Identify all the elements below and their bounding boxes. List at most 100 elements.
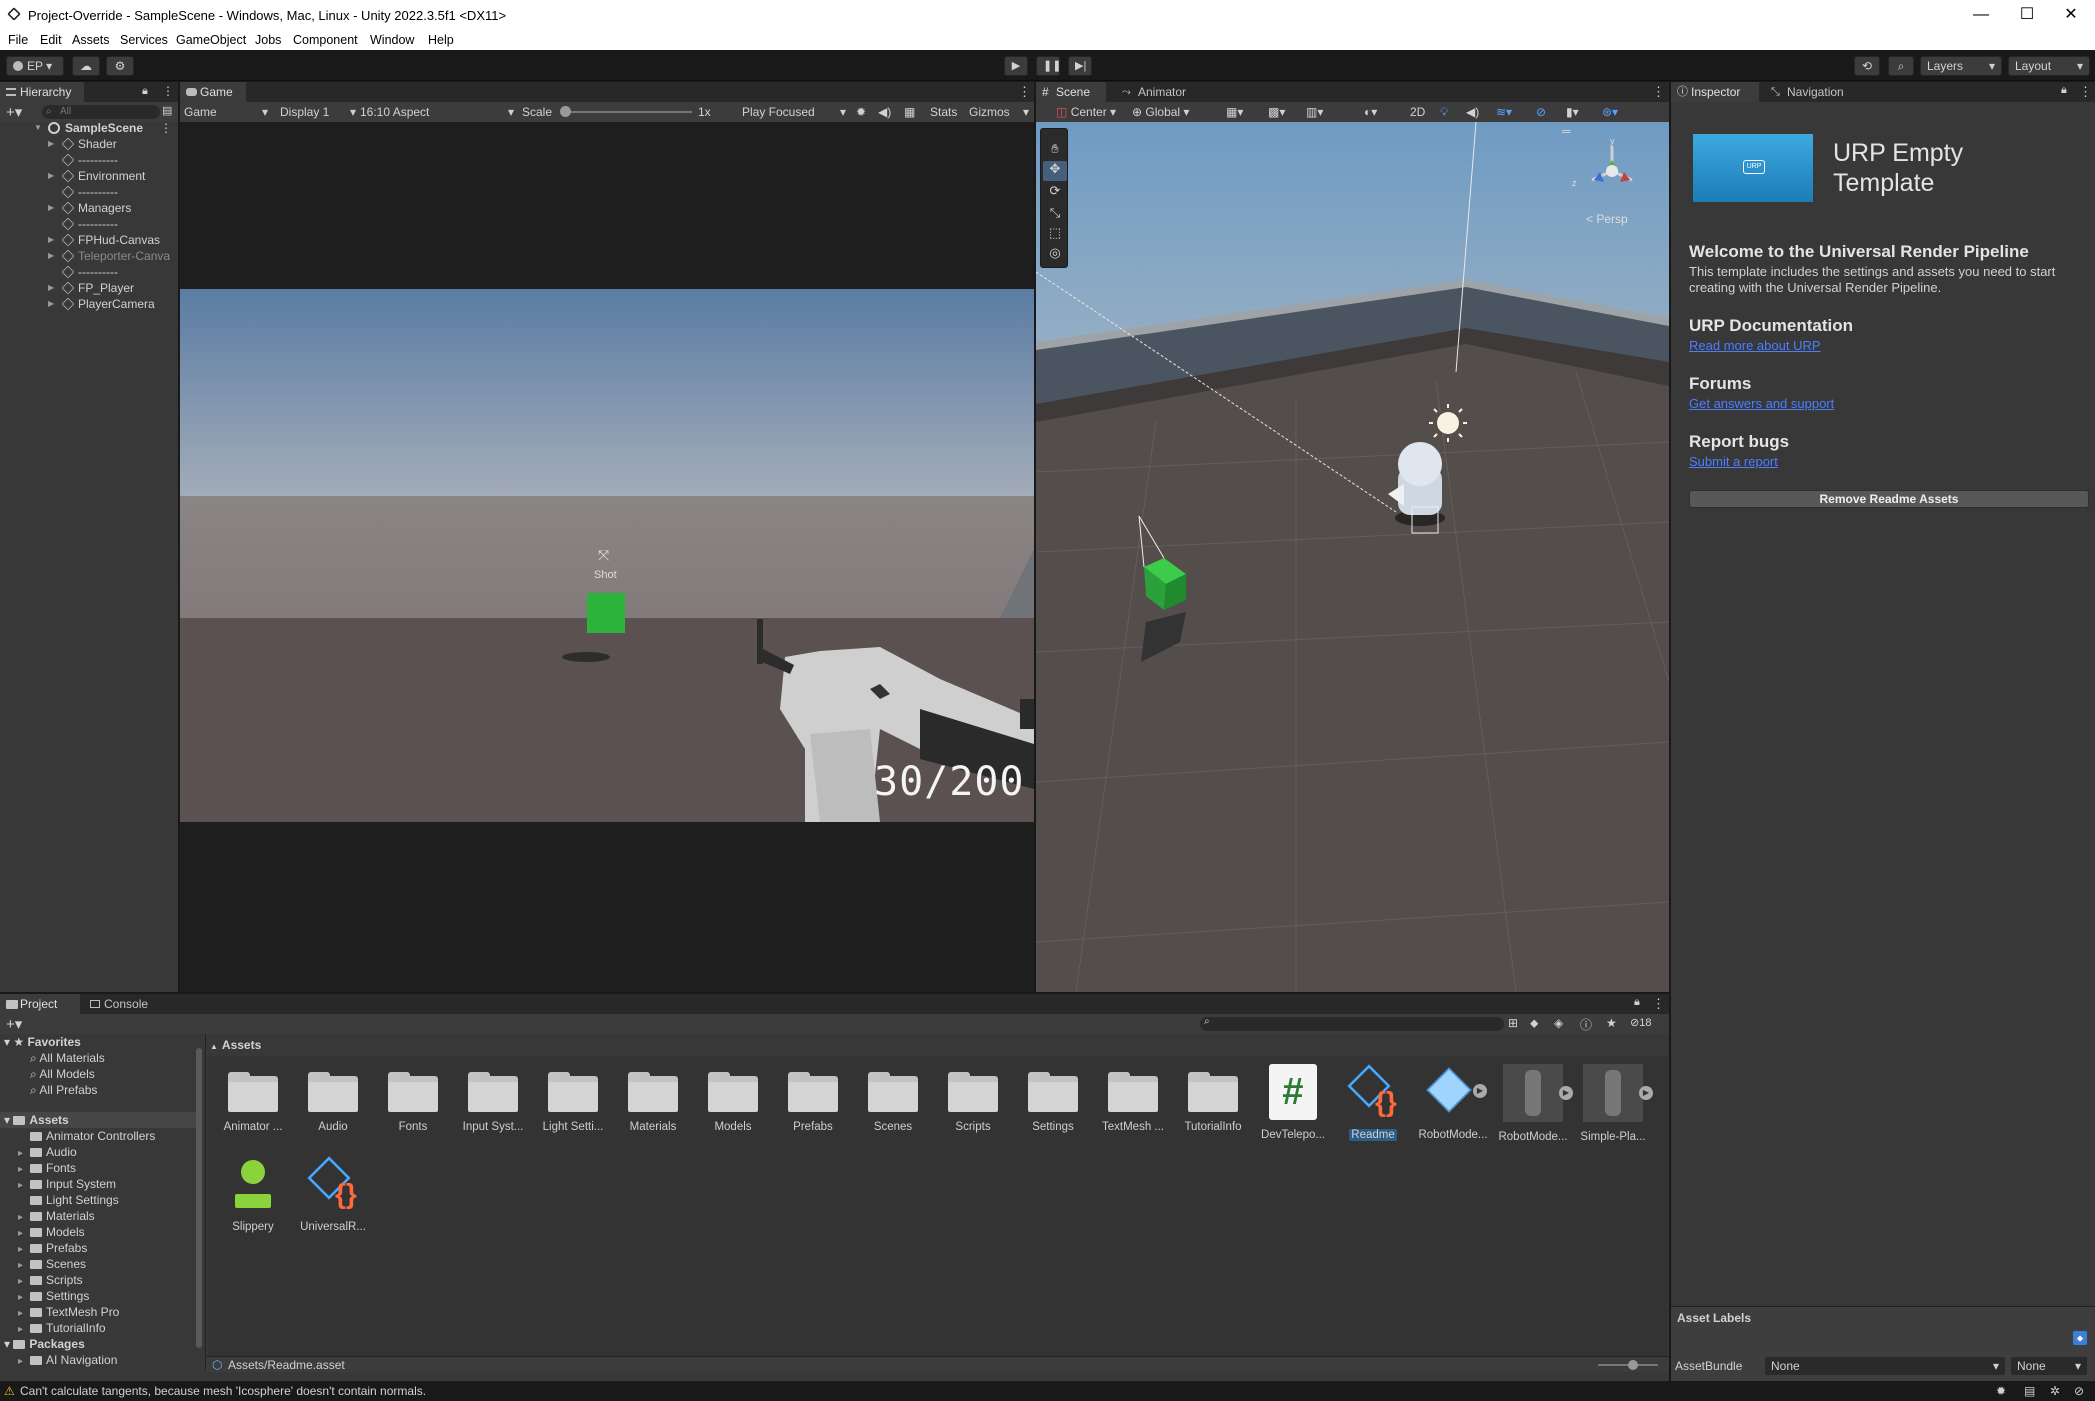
hierarchy-item[interactable]: ▶ Teleporter-Canva bbox=[0, 248, 178, 264]
folder-tree-item[interactable]: ▸ TutorialInfo bbox=[18, 1320, 106, 1336]
menu-component[interactable]: Component bbox=[293, 33, 358, 47]
folder-tree-item[interactable]: ▸ Settings bbox=[18, 1288, 89, 1304]
asset-item[interactable]: Slippery bbox=[218, 1156, 288, 1233]
search-by-label-icon[interactable]: ⬥ bbox=[1530, 1016, 1538, 1031]
cloud-button[interactable]: ☁ bbox=[72, 56, 100, 76]
menu-file[interactable]: File bbox=[8, 33, 28, 47]
menu-edit[interactable]: Edit bbox=[40, 33, 62, 47]
orientation-gizmo[interactable]: y z bbox=[1566, 136, 1646, 206]
layers-dropdown[interactable]: Layers ▾ bbox=[1920, 56, 2002, 76]
cache-server-icon[interactable]: ▤ bbox=[2024, 1381, 2035, 1401]
foldout-closed-icon[interactable]: ▶ bbox=[48, 252, 56, 260]
hierarchy-item[interactable]: ---------- bbox=[0, 264, 178, 280]
keyboard-icon[interactable]: ▦ bbox=[904, 102, 915, 122]
lighting-toggle-icon[interactable]: 💡︎ bbox=[1440, 102, 1448, 122]
folder-tree-item[interactable]: Light Settings bbox=[18, 1192, 119, 1208]
game-mode-dropdown[interactable]: Game ▾ bbox=[184, 102, 268, 122]
gizmos-toggle-icon[interactable]: ⊛▾ bbox=[1602, 102, 1618, 122]
aspect-dropdown[interactable]: 16:10 Aspect ▾ bbox=[360, 102, 514, 122]
foldout-closed-icon[interactable]: ▶ bbox=[48, 204, 56, 212]
account-dropdown[interactable]: EP ▾ bbox=[6, 56, 64, 76]
more-menu-icon[interactable]: ⋮ bbox=[1018, 84, 1031, 100]
foldout-closed-icon[interactable]: ▶ bbox=[48, 236, 56, 244]
rect-tool-button[interactable]: ⬚ bbox=[1045, 225, 1065, 243]
camera-settings-icon[interactable]: ▮▾ bbox=[1566, 102, 1579, 122]
game-viewport[interactable]: ⤧ Shot 30/200 bbox=[180, 289, 1034, 822]
mute-audio-icon[interactable]: ◀) bbox=[878, 102, 891, 122]
hierarchy-scene-row[interactable]: ▼ SampleScene ⋮ bbox=[0, 120, 178, 136]
lock-icon[interactable]: 🔒︎ bbox=[1634, 996, 1640, 1009]
tab-inspector[interactable]: ⓘ Inspector bbox=[1671, 82, 1759, 102]
draw-mode-icon[interactable]: ◐▾ bbox=[1364, 102, 1377, 122]
search-filter-icon[interactable]: ▤ bbox=[162, 104, 172, 117]
asset-item[interactable]: Prefabs bbox=[778, 1064, 848, 1133]
tab-console[interactable]: Console bbox=[84, 994, 164, 1014]
bugs-link[interactable]: Submit a report bbox=[1689, 454, 1778, 469]
scene-viewport[interactable]: ✋︎ ✥ ⟳ ⤡ ⬚ ◎ ═ y z < Persp bbox=[1036, 122, 1669, 992]
folder-tree-item[interactable]: ▸ Input System bbox=[18, 1176, 116, 1192]
debug-mode-icon[interactable]: ✲ bbox=[2050, 1381, 2060, 1401]
increment-snap-icon[interactable]: ▥▾ bbox=[1306, 102, 1323, 122]
collab-button[interactable]: ⚙ bbox=[106, 56, 134, 76]
package-tree-item[interactable]: ▸ AI Navigation bbox=[18, 1352, 117, 1368]
audio-toggle-icon[interactable]: ◀) bbox=[1466, 102, 1479, 122]
tree-scrollbar[interactable] bbox=[196, 1048, 202, 1348]
asset-item[interactable]: # DevTelepo... bbox=[1258, 1064, 1328, 1141]
asset-item[interactable]: Fonts bbox=[378, 1064, 448, 1133]
menu-help[interactable]: Help bbox=[428, 33, 454, 47]
play-mode-dropdown[interactable]: Play Focused ▾ bbox=[742, 102, 846, 122]
play-button[interactable]: ▶ bbox=[1004, 56, 1028, 76]
scene-menu-icon[interactable]: ⋮ bbox=[160, 120, 172, 136]
tab-scene[interactable]: # Scene bbox=[1036, 82, 1106, 102]
move-tool-button[interactable]: ✥ bbox=[1043, 161, 1067, 181]
asset-item[interactable]: TutorialInfo bbox=[1178, 1064, 1248, 1133]
project-search-input[interactable]: ⌕ bbox=[1200, 1016, 1504, 1031]
folder-tree-item[interactable]: ▸ Scenes bbox=[18, 1256, 86, 1272]
search-by-type-icon[interactable]: ⊞ bbox=[1508, 1016, 1518, 1030]
menu-jobs[interactable]: Jobs bbox=[255, 33, 281, 47]
more-menu-icon[interactable]: ⋮ bbox=[162, 84, 174, 98]
folder-tree-item[interactable]: ▸ Audio bbox=[18, 1144, 77, 1160]
asset-item[interactable]: ▶ RobotMode... bbox=[1498, 1064, 1573, 1143]
effects-icon[interactable]: ≋▾ bbox=[1496, 102, 1512, 122]
maximize-button[interactable]: ☐ bbox=[2004, 4, 2050, 26]
space-dropdown[interactable]: ⊕ Global ▾ bbox=[1132, 102, 1202, 122]
remove-readme-button[interactable]: Remove Readme Assets bbox=[1689, 490, 2089, 508]
asset-item[interactable]: {} Readme bbox=[1338, 1064, 1408, 1141]
importlog-icon[interactable]: ⓘ bbox=[1580, 1016, 1592, 1033]
asset-item[interactable]: TextMesh ... bbox=[1098, 1064, 1168, 1133]
gizmos-dropdown[interactable]: Gizmos ▾ bbox=[969, 102, 1029, 122]
lock-icon[interactable]: 🔒︎ bbox=[2061, 84, 2067, 97]
asset-item[interactable]: Light Setti... bbox=[538, 1064, 608, 1133]
bug-icon[interactable]: ✹ bbox=[856, 102, 866, 122]
display-dropdown[interactable]: Display 1 ▾ bbox=[280, 102, 356, 122]
favorite-item[interactable]: ⌕ All Prefabs bbox=[30, 1082, 97, 1098]
menu-services[interactable]: Services bbox=[120, 33, 168, 47]
asset-item[interactable]: Materials bbox=[618, 1064, 688, 1133]
projection-toggle[interactable]: < Persp bbox=[1586, 212, 1628, 226]
asset-item[interactable]: Scripts bbox=[938, 1064, 1008, 1133]
icon-size-slider[interactable] bbox=[1598, 1360, 1658, 1370]
asset-item[interactable]: Input Syst... bbox=[458, 1064, 528, 1133]
grid-snapping-icon[interactable]: ▦▾ bbox=[1226, 102, 1243, 122]
scale-slider[interactable] bbox=[560, 106, 692, 117]
folder-tree-item[interactable]: ▸ TextMesh Pro bbox=[18, 1304, 119, 1320]
stats-button[interactable]: Stats bbox=[930, 102, 957, 122]
hand-tool-button[interactable]: ✋︎ bbox=[1045, 141, 1065, 159]
search-button[interactable]: ⌕ bbox=[1888, 56, 1914, 76]
favorites-row[interactable]: ▾ ★ Favorites bbox=[4, 1034, 81, 1050]
hierarchy-search-input[interactable]: ⌕ All bbox=[42, 105, 160, 119]
asset-item[interactable]: ▶ RobotMode... bbox=[1418, 1064, 1488, 1141]
asset-item[interactable]: Animator ... bbox=[218, 1064, 288, 1133]
create-add-button[interactable]: +▾ bbox=[6, 103, 22, 121]
hierarchy-item[interactable]: ---------- bbox=[0, 216, 178, 232]
breadcrumb-assets[interactable]: Assets bbox=[222, 1038, 261, 1052]
more-menu-icon[interactable]: ⋮ bbox=[1652, 996, 1665, 1012]
undo-history-button[interactable]: ⟲ bbox=[1854, 56, 1880, 76]
assetbundle-variant-dropdown[interactable]: None ▾ bbox=[2011, 1357, 2087, 1375]
tab-hierarchy[interactable]: Hierarchy bbox=[0, 82, 84, 102]
tab-animator[interactable]: ⤳ Animator bbox=[1118, 82, 1198, 102]
hierarchy-item[interactable]: ---------- bbox=[0, 152, 178, 168]
folder-tree-item[interactable]: Animator Controllers bbox=[18, 1128, 155, 1144]
foldout-closed-icon[interactable]: ▶ bbox=[48, 300, 56, 308]
